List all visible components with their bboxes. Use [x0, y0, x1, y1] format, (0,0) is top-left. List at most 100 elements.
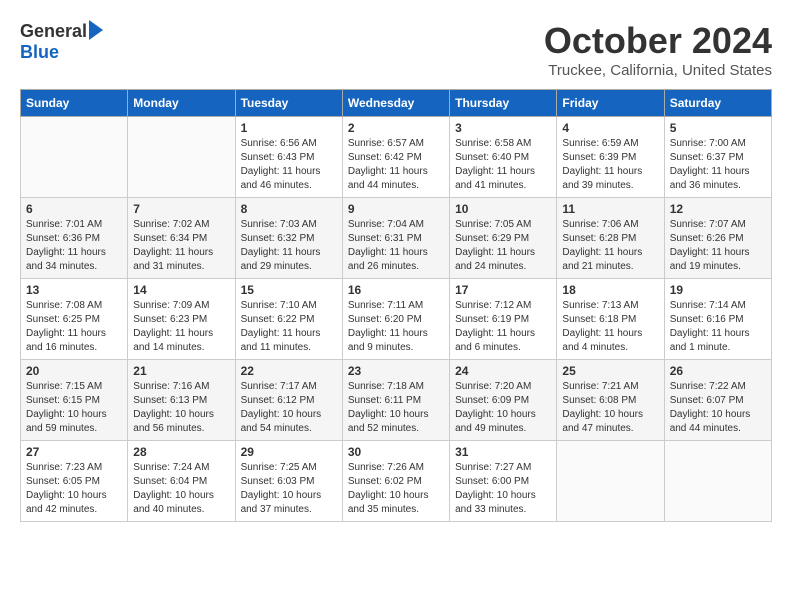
day-detail: Sunrise: 7:15 AM Sunset: 6:15 PM Dayligh… [26, 380, 122, 436]
day-number: 24 [455, 364, 551, 378]
column-header-wednesday: Wednesday [342, 90, 449, 117]
day-cell: 23Sunrise: 7:18 AM Sunset: 6:11 PM Dayli… [342, 360, 449, 441]
day-cell [664, 441, 771, 522]
day-number: 18 [562, 283, 658, 297]
day-detail: Sunrise: 7:24 AM Sunset: 6:04 PM Dayligh… [133, 461, 229, 517]
day-number: 1 [241, 121, 337, 135]
day-detail: Sunrise: 7:14 AM Sunset: 6:16 PM Dayligh… [670, 299, 766, 355]
day-cell: 24 Sunrise: 7:20 AM Sunset: 6:09 PM Dayli… [450, 360, 557, 441]
day-number: 20 [26, 364, 122, 378]
week-row-1: 1 Sunrise: 6:56 AM Sunset: 6:43 PM Daylig… [21, 117, 772, 198]
day-cell: 18 Sunrise: 7:13 AM Sunset: 6:18 PM Dayli… [557, 279, 664, 360]
column-header-saturday: Saturday [664, 90, 771, 117]
day-number: 11 [562, 202, 658, 216]
day-cell: 19Sunrise: 7:14 AM Sunset: 6:16 PM Dayli… [664, 279, 771, 360]
day-cell: 30 Sunrise: 7:26 AM Sunset: 6:02 PM Dayli… [342, 441, 449, 522]
day-detail: Sunrise: 7:23 AM Sunset: 6:05 PM Dayligh… [26, 461, 122, 517]
day-cell: 5 Sunrise: 7:00 AM Sunset: 6:37 PM Daylig… [664, 117, 771, 198]
column-header-tuesday: Tuesday [235, 90, 342, 117]
day-cell [128, 117, 235, 198]
week-row-4: 20 Sunrise: 7:15 AM Sunset: 6:15 PM Dayli… [21, 360, 772, 441]
day-number: 22 [241, 364, 337, 378]
day-cell: 4 Sunrise: 6:59 AM Sunset: 6:39 PM Daylig… [557, 117, 664, 198]
day-detail: Sunrise: 7:00 AM Sunset: 6:37 PM Dayligh… [670, 137, 766, 193]
day-cell: 29 Sunrise: 7:25 AM Sunset: 6:03 PM Dayli… [235, 441, 342, 522]
logo: General Blue [20, 20, 103, 63]
day-number: 23 [348, 364, 444, 378]
day-number: 26 [670, 364, 766, 378]
day-cell: 14Sunrise: 7:09 AM Sunset: 6:23 PM Dayli… [128, 279, 235, 360]
day-number: 7 [133, 202, 229, 216]
day-cell: 8 Sunrise: 7:03 AM Sunset: 6:32 PM Daylig… [235, 198, 342, 279]
day-number: 4 [562, 121, 658, 135]
title-block: October 2024 Truckee, California, United… [544, 20, 772, 79]
day-detail: Sunrise: 6:56 AM Sunset: 6:43 PM Dayligh… [241, 137, 337, 193]
day-cell: 6Sunrise: 7:01 AM Sunset: 6:36 PM Daylig… [21, 198, 128, 279]
header-row: SundayMondayTuesdayWednesdayThursdayFrid… [21, 90, 772, 117]
day-detail: Sunrise: 7:25 AM Sunset: 6:03 PM Dayligh… [241, 461, 337, 517]
day-cell: 13 Sunrise: 7:08 AM Sunset: 6:25 PM Dayli… [21, 279, 128, 360]
day-detail: Sunrise: 7:07 AM Sunset: 6:26 PM Dayligh… [670, 218, 766, 274]
day-cell: 26 Sunrise: 7:22 AM Sunset: 6:07 PM Dayli… [664, 360, 771, 441]
day-cell: 25 Sunrise: 7:21 AM Sunset: 6:08 PM Dayli… [557, 360, 664, 441]
day-number: 2 [348, 121, 444, 135]
day-number: 10 [455, 202, 551, 216]
day-number: 30 [348, 445, 444, 459]
page-header: General Blue October 2024 Truckee, Calif… [20, 20, 772, 79]
day-cell: 9 Sunrise: 7:04 AM Sunset: 6:31 PM Daylig… [342, 198, 449, 279]
day-number: 29 [241, 445, 337, 459]
column-header-sunday: Sunday [21, 90, 128, 117]
week-row-5: 27 Sunrise: 7:23 AM Sunset: 6:05 PM Dayli… [21, 441, 772, 522]
column-header-thursday: Thursday [450, 90, 557, 117]
day-detail: Sunrise: 7:05 AM Sunset: 6:29 PM Dayligh… [455, 218, 551, 274]
day-number: 15 [241, 283, 337, 297]
week-row-2: 6Sunrise: 7:01 AM Sunset: 6:36 PM Daylig… [21, 198, 772, 279]
day-detail: Sunrise: 7:27 AM Sunset: 6:00 PM Dayligh… [455, 461, 551, 517]
day-detail: Sunrise: 7:26 AM Sunset: 6:02 PM Dayligh… [348, 461, 444, 517]
day-detail: Sunrise: 7:06 AM Sunset: 6:28 PM Dayligh… [562, 218, 658, 274]
day-detail: Sunrise: 7:16 AM Sunset: 6:13 PM Dayligh… [133, 380, 229, 436]
day-detail: Sunrise: 7:13 AM Sunset: 6:18 PM Dayligh… [562, 299, 658, 355]
day-detail: Sunrise: 7:20 AM Sunset: 6:09 PM Dayligh… [455, 380, 551, 436]
day-detail: Sunrise: 7:08 AM Sunset: 6:25 PM Dayligh… [26, 299, 122, 355]
day-detail: Sunrise: 7:17 AM Sunset: 6:12 PM Dayligh… [241, 380, 337, 436]
day-cell [21, 117, 128, 198]
day-number: 13 [26, 283, 122, 297]
column-header-friday: Friday [557, 90, 664, 117]
day-cell: 22 Sunrise: 7:17 AM Sunset: 6:12 PM Dayli… [235, 360, 342, 441]
day-cell: 7 Sunrise: 7:02 AM Sunset: 6:34 PM Daylig… [128, 198, 235, 279]
day-detail: Sunrise: 7:01 AM Sunset: 6:36 PM Dayligh… [26, 218, 122, 274]
day-number: 8 [241, 202, 337, 216]
day-number: 3 [455, 121, 551, 135]
day-number: 5 [670, 121, 766, 135]
day-number: 9 [348, 202, 444, 216]
day-detail: Sunrise: 7:21 AM Sunset: 6:08 PM Dayligh… [562, 380, 658, 436]
column-header-monday: Monday [128, 90, 235, 117]
day-cell: 15Sunrise: 7:10 AM Sunset: 6:22 PM Dayli… [235, 279, 342, 360]
day-number: 25 [562, 364, 658, 378]
day-cell: 27 Sunrise: 7:23 AM Sunset: 6:05 PM Dayli… [21, 441, 128, 522]
day-cell [557, 441, 664, 522]
day-cell: 21 Sunrise: 7:16 AM Sunset: 6:13 PM Dayli… [128, 360, 235, 441]
day-number: 28 [133, 445, 229, 459]
day-detail: Sunrise: 7:11 AM Sunset: 6:20 PM Dayligh… [348, 299, 444, 355]
day-number: 17 [455, 283, 551, 297]
logo-arrow-icon [89, 20, 103, 40]
location: Truckee, California, United States [544, 62, 772, 79]
day-number: 27 [26, 445, 122, 459]
calendar-table: SundayMondayTuesdayWednesdayThursdayFrid… [20, 89, 772, 522]
day-detail: Sunrise: 7:04 AM Sunset: 6:31 PM Dayligh… [348, 218, 444, 274]
day-detail: Sunrise: 7:22 AM Sunset: 6:07 PM Dayligh… [670, 380, 766, 436]
day-cell: 16Sunrise: 7:11 AM Sunset: 6:20 PM Dayli… [342, 279, 449, 360]
month-title: October 2024 [544, 20, 772, 62]
day-detail: Sunrise: 7:02 AM Sunset: 6:34 PM Dayligh… [133, 218, 229, 274]
day-cell: 17Sunrise: 7:12 AM Sunset: 6:19 PM Dayli… [450, 279, 557, 360]
logo-general-text: General [20, 21, 87, 42]
day-number: 21 [133, 364, 229, 378]
day-detail: Sunrise: 6:59 AM Sunset: 6:39 PM Dayligh… [562, 137, 658, 193]
day-detail: Sunrise: 7:03 AM Sunset: 6:32 PM Dayligh… [241, 218, 337, 274]
day-cell: 10 Sunrise: 7:05 AM Sunset: 6:29 PM Dayli… [450, 198, 557, 279]
day-cell: 2Sunrise: 6:57 AM Sunset: 6:42 PM Daylig… [342, 117, 449, 198]
day-cell: 1 Sunrise: 6:56 AM Sunset: 6:43 PM Daylig… [235, 117, 342, 198]
day-number: 12 [670, 202, 766, 216]
